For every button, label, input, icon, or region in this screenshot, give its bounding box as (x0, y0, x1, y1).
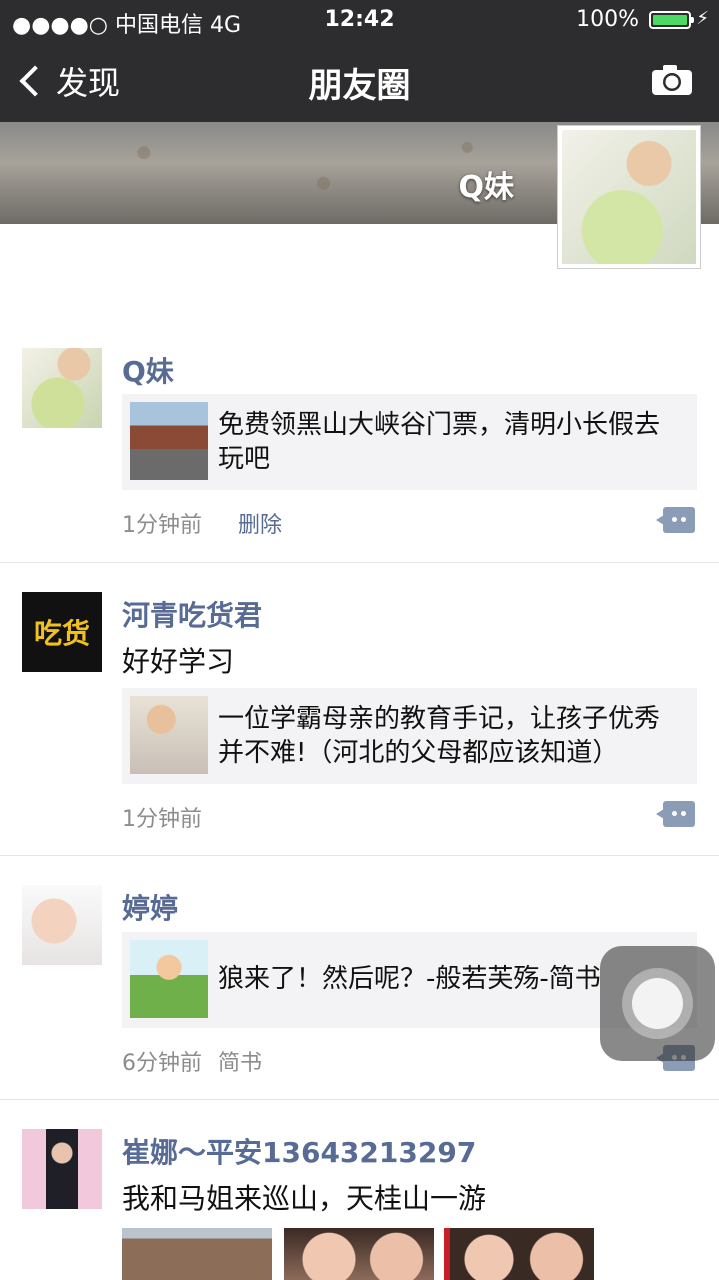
avatar-text: 吃货 (33, 617, 90, 650)
post-username[interactable]: Q妹 (122, 350, 174, 390)
feed-post: 吃货 河青吃货君 好好学习 一位学霸母亲的教育手记，让孩子优秀并不难!（河北的父… (0, 562, 719, 856)
post-text: 好好学习 (122, 645, 235, 678)
post-photo[interactable] (284, 1228, 434, 1280)
source-label: 简书 (218, 1051, 263, 1076)
shared-link-card[interactable]: 一位学霸母亲的教育手记，让孩子优秀并不难!（河北的父母都应该知道） (122, 688, 697, 784)
assistive-touch-core (632, 978, 683, 1029)
comment-icon[interactable] (656, 507, 695, 533)
post-photo[interactable] (122, 1228, 272, 1280)
top-bar: ●●●●○ 中国电信 4G 12:42 100% ⚡ 发现 朋友圈 (0, 0, 719, 122)
cover-username: Q妹 (458, 170, 514, 205)
shared-link-card[interactable]: 免费领黑山大峡谷门票，清明小长假去玩吧 (122, 394, 697, 490)
post-meta: 6分钟前 简书 (122, 1045, 262, 1077)
link-thumbnail (130, 940, 208, 1018)
user-avatar[interactable] (22, 885, 102, 965)
link-thumbnail (130, 696, 208, 774)
feed-post: Q妹 免费领黑山大峡谷门票，清明小长假去玩吧 1分钟前 删除 (0, 330, 719, 563)
battery-percent: 100% (576, 7, 639, 32)
post-photo[interactable] (444, 1228, 594, 1280)
user-avatar[interactable]: 吃货 (22, 592, 102, 672)
post-time: 1分钟前 (122, 513, 202, 538)
post-time: 1分钟前 (122, 807, 202, 832)
page-title: 朋友圈 (308, 66, 411, 106)
post-username[interactable]: 崔娜～平安13643213297 (122, 1131, 476, 1171)
charging-icon: ⚡ (696, 8, 709, 29)
shared-link-title: 免费领黑山大峡谷门票，清明小长假去玩吧 (218, 410, 661, 474)
user-avatar[interactable] (22, 1129, 102, 1209)
battery-fill (653, 15, 687, 25)
assistive-touch-button[interactable] (600, 946, 715, 1061)
post-username[interactable]: 河青吃货君 (122, 594, 262, 634)
post-time: 6分钟前 (122, 1051, 202, 1076)
link-thumbnail (130, 402, 208, 480)
post-text: 我和马姐来巡山，天桂山一游 (122, 1182, 487, 1215)
battery-icon (649, 11, 694, 29)
profile-avatar[interactable] (557, 125, 701, 269)
delete-link[interactable]: 删除 (238, 513, 282, 538)
status-bar: ●●●●○ 中国电信 4G 12:42 100% ⚡ (0, 0, 719, 40)
post-username[interactable]: 婷婷 (122, 887, 178, 927)
post-meta: 1分钟前 (122, 801, 202, 833)
avatar-image (562, 130, 696, 264)
shared-link-title: 一位学霸母亲的教育手记，让孩子优秀并不难!（河北的父母都应该知道） (218, 704, 661, 768)
post-meta: 1分钟前 删除 (122, 507, 282, 539)
camera-icon[interactable] (651, 64, 693, 96)
user-avatar[interactable] (22, 348, 102, 428)
comment-icon[interactable] (656, 801, 695, 827)
